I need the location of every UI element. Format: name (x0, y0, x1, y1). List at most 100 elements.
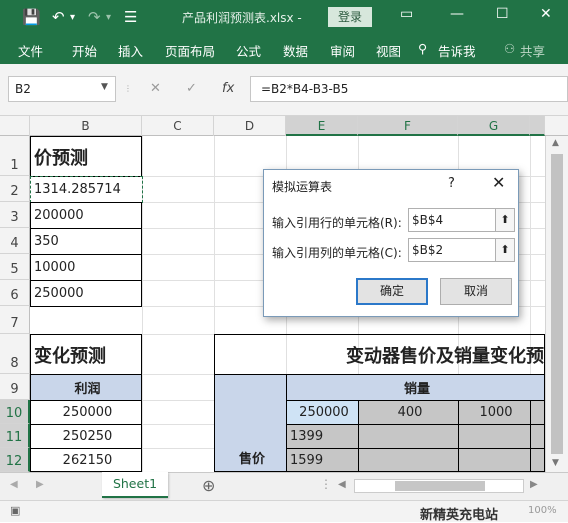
scroll-right-icon[interactable]: ▶ (530, 479, 538, 490)
row-header-10[interactable]: 10 (0, 400, 30, 424)
row-header-11[interactable]: 11 (0, 424, 30, 448)
collapse-dialog-icon[interactable]: ⬆ (495, 238, 515, 262)
tab-split-handle[interactable]: ⋮ (320, 477, 332, 491)
tab-insert[interactable]: 插入 (118, 41, 143, 60)
row-header-5[interactable]: 5 (0, 254, 30, 280)
help-icon[interactable]: ? (448, 176, 455, 191)
row-header-3[interactable]: 3 (0, 202, 30, 228)
row-header-2[interactable]: 2 (0, 176, 30, 202)
undo-icon[interactable]: ↶ (52, 8, 65, 26)
tab-page-layout[interactable]: 页面布局 (165, 41, 215, 60)
column-header-e[interactable]: E (286, 116, 358, 136)
column-header-f[interactable]: F (358, 116, 458, 136)
scroll-thumb[interactable] (551, 154, 563, 454)
row-header-6[interactable]: 6 (0, 280, 30, 306)
cell-b10[interactable]: 250000 (30, 400, 142, 425)
tab-formulas[interactable]: 公式 (236, 41, 261, 60)
cell-g12[interactable] (458, 448, 531, 472)
horizontal-scroll-thumb[interactable] (395, 481, 485, 491)
column-header-g[interactable]: G (458, 116, 530, 136)
enter-entry-icon[interactable]: ✓ (186, 81, 197, 96)
cell-h10[interactable] (530, 400, 545, 425)
cell-g11[interactable] (458, 424, 531, 449)
ok-button[interactable]: 确定 (356, 278, 428, 305)
search-icon[interactable]: ⚲ (418, 41, 427, 56)
table-title-cell[interactable]: 变动器售价及销量变化预 (214, 334, 545, 375)
cell-b8[interactable]: 变化预测 (30, 334, 142, 375)
column-input-cell-field[interactable]: $B$2 (408, 238, 496, 262)
redo-dropdown-icon[interactable]: ▾ (106, 12, 111, 23)
price-label-cell[interactable]: 售价 (214, 374, 287, 472)
cell-b2[interactable]: 1314.285714 (30, 176, 143, 203)
select-all-corner[interactable] (0, 116, 30, 136)
dialog-close-icon[interactable]: ✕ (492, 173, 505, 192)
row-header-1[interactable]: 1 (0, 136, 30, 176)
add-sheet-icon[interactable]: ⊕ (202, 476, 215, 495)
cancel-entry-icon[interactable]: ✕ (150, 81, 161, 96)
cell-e11[interactable]: 1399 (286, 424, 359, 449)
cell-h11[interactable] (530, 424, 545, 449)
column-header-c[interactable]: C (142, 116, 214, 136)
row-header-8[interactable]: 8 (0, 334, 30, 374)
share-icon[interactable]: ⚇ (504, 41, 515, 56)
sheet-tab-bar: ◀ ▶ Sheet1 ⊕ ⋮ ◀ ▶ (0, 472, 568, 500)
tab-file[interactable]: 文件 (18, 41, 43, 60)
scroll-left-icon[interactable]: ◀ (338, 479, 346, 490)
column-header-b[interactable]: B (30, 116, 142, 136)
macro-record-icon[interactable]: ▣ (10, 504, 20, 517)
close-icon[interactable]: ✕ (540, 6, 552, 22)
cell-e10[interactable]: 250000 (286, 400, 359, 425)
save-icon[interactable]: 💾 (22, 8, 41, 26)
undo-dropdown-icon[interactable]: ▾ (70, 12, 75, 23)
insert-function-icon[interactable]: fx (222, 81, 234, 96)
redo-icon[interactable]: ↷ (88, 8, 101, 26)
cell-f12[interactable] (358, 448, 459, 472)
row-header-7[interactable]: 7 (0, 306, 30, 334)
scroll-up-icon[interactable]: ▲ (552, 138, 559, 148)
cell-e12[interactable]: 1599 (286, 448, 359, 472)
row-header-9[interactable]: 9 (0, 374, 30, 400)
cell-f10[interactable]: 400 (358, 400, 459, 425)
maximize-icon[interactable]: ☐ (496, 6, 509, 22)
column-header-d[interactable]: D (214, 116, 286, 136)
row-input-cell-field[interactable]: $B$4 (408, 208, 496, 232)
cell-f11[interactable] (358, 424, 459, 449)
row-header-12[interactable]: 12 (0, 448, 30, 472)
cell-b9[interactable]: 利润 (30, 374, 142, 401)
login-button[interactable]: 登录 (328, 7, 372, 27)
cell-b5[interactable]: 10000 (30, 254, 142, 281)
vertical-scrollbar[interactable]: ▲ ▼ (545, 136, 568, 472)
cell-b4[interactable]: 350 (30, 228, 142, 255)
prev-sheet-icon[interactable]: ◀ (10, 479, 18, 490)
cell-h12[interactable] (530, 448, 545, 472)
tell-me-box[interactable]: 告诉我 (438, 41, 476, 60)
ribbon-display-icon[interactable]: ▭ (400, 6, 413, 22)
name-box[interactable]: B2 (8, 76, 116, 102)
volume-header-cell[interactable]: 销量 (286, 374, 545, 401)
name-box-dropdown-icon[interactable]: ▼ (101, 82, 108, 92)
tab-review[interactable]: 审阅 (330, 41, 355, 60)
next-sheet-icon[interactable]: ▶ (36, 479, 44, 490)
cell-b1[interactable]: 价预测 (30, 136, 142, 177)
cell-b6[interactable]: 250000 (30, 280, 142, 307)
share-button[interactable]: 共享 (520, 41, 545, 60)
column-header-bar: B C D E F G (0, 116, 568, 136)
cell-b11[interactable]: 250250 (30, 424, 142, 449)
horizontal-scrollbar[interactable] (354, 479, 524, 493)
sheet-tab-sheet1[interactable]: Sheet1 (102, 472, 168, 498)
zoom-level[interactable]: 100% (528, 505, 557, 516)
tab-home[interactable]: 开始 (72, 41, 97, 60)
row-header-4[interactable]: 4 (0, 228, 30, 254)
column-header-h[interactable] (530, 116, 545, 136)
quick-access-menu-icon[interactable]: ☰ (124, 8, 137, 26)
cancel-button[interactable]: 取消 (440, 278, 512, 305)
formula-input[interactable]: =B2*B4-B3-B5 (250, 76, 568, 102)
cell-g10[interactable]: 1000 (458, 400, 531, 425)
tab-data[interactable]: 数据 (283, 41, 308, 60)
collapse-dialog-icon[interactable]: ⬆ (495, 208, 515, 232)
tab-view[interactable]: 视图 (376, 41, 401, 60)
minimize-icon[interactable]: — (450, 6, 464, 22)
cell-b3[interactable]: 200000 (30, 202, 142, 229)
scroll-down-icon[interactable]: ▼ (552, 458, 559, 468)
cell-b12[interactable]: 262150 (30, 448, 142, 472)
